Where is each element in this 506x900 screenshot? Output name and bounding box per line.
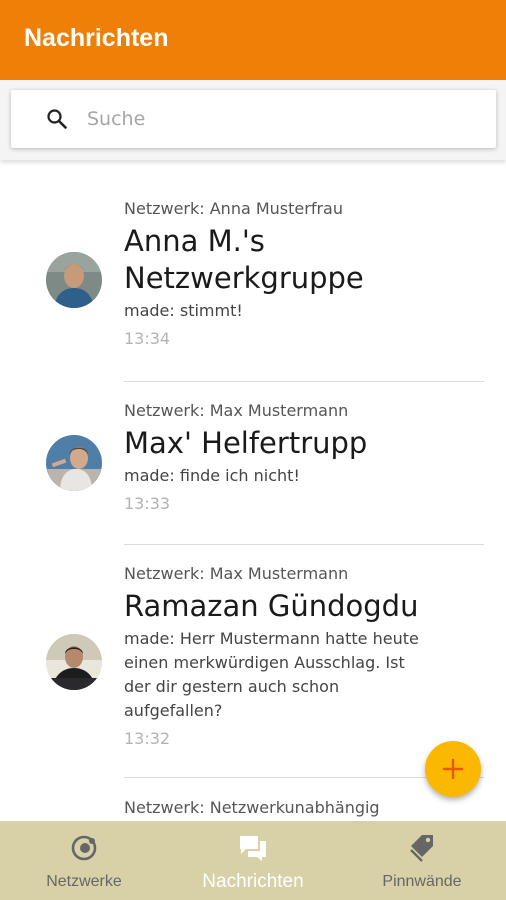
tab-nachrichten[interactable]: Nachrichten — [169, 821, 337, 900]
conversation-title: Anna M.'s Netzwerkgruppe — [124, 224, 364, 295]
conversation-network: Netzwerk: Max Mustermann — [124, 564, 349, 583]
conversation-item[interactable]: Netzwerk: Max Mustermann Ramazan Gündogd… — [0, 545, 506, 778]
tab-label: Netzwerke — [46, 873, 122, 890]
plus-icon — [442, 758, 464, 780]
app-bar: Nachrichten — [0, 0, 506, 80]
search-icon — [47, 109, 67, 129]
avatar — [46, 634, 102, 690]
conversation-last-message: made: finde ich nicht! — [124, 466, 300, 485]
conversation-title: Max' Helfertrupp — [124, 426, 368, 460]
conversation-time: 13:33 — [124, 494, 171, 513]
add-conversation-button[interactable] — [425, 741, 481, 797]
avatar — [46, 252, 102, 308]
conversation-network: Netzwerk: Anna Musterfrau — [124, 199, 343, 218]
conversation-last-message: made: Herr Mustermann hatte heute einen … — [124, 629, 419, 720]
tag-icon — [410, 835, 433, 862]
conversation-network: Netzwerk: Max Mustermann — [124, 401, 349, 420]
tab-label: Nachrichten — [202, 871, 304, 892]
conversation-time: 13:34 — [124, 329, 171, 348]
tab-netzwerke[interactable]: Netzwerke — [0, 821, 168, 900]
conversation-list: Netzwerk: Anna Musterfrau Anna M.'s Netz… — [0, 160, 506, 821]
tab-pinnwaende[interactable]: Pinnwände — [338, 821, 506, 900]
conversation-network: Netzwerk: Netzwerkunabhängig — [124, 798, 380, 817]
search-area — [0, 80, 506, 160]
chat-icon — [240, 836, 266, 861]
avatar — [46, 435, 102, 491]
conversation-last-message: made: stimmt! — [124, 301, 243, 320]
conversation-item[interactable]: Netzwerk: Anna Musterfrau Anna M.'s Netz… — [0, 160, 506, 382]
network-icon — [71, 835, 97, 861]
tab-label: Pinnwände — [382, 873, 462, 890]
search-box[interactable] — [11, 90, 496, 148]
conversation-title: Ramazan Gündogdu — [124, 589, 419, 623]
page-title: Nachrichten — [24, 24, 169, 52]
search-input[interactable] — [87, 102, 467, 136]
bottom-navigation: Netzwerke Nachrichten Pinnwände — [0, 821, 506, 900]
conversation-item[interactable]: Netzwerk: Max Mustermann Max' Helfertrup… — [0, 382, 506, 545]
conversation-time: 13:32 — [124, 729, 171, 748]
